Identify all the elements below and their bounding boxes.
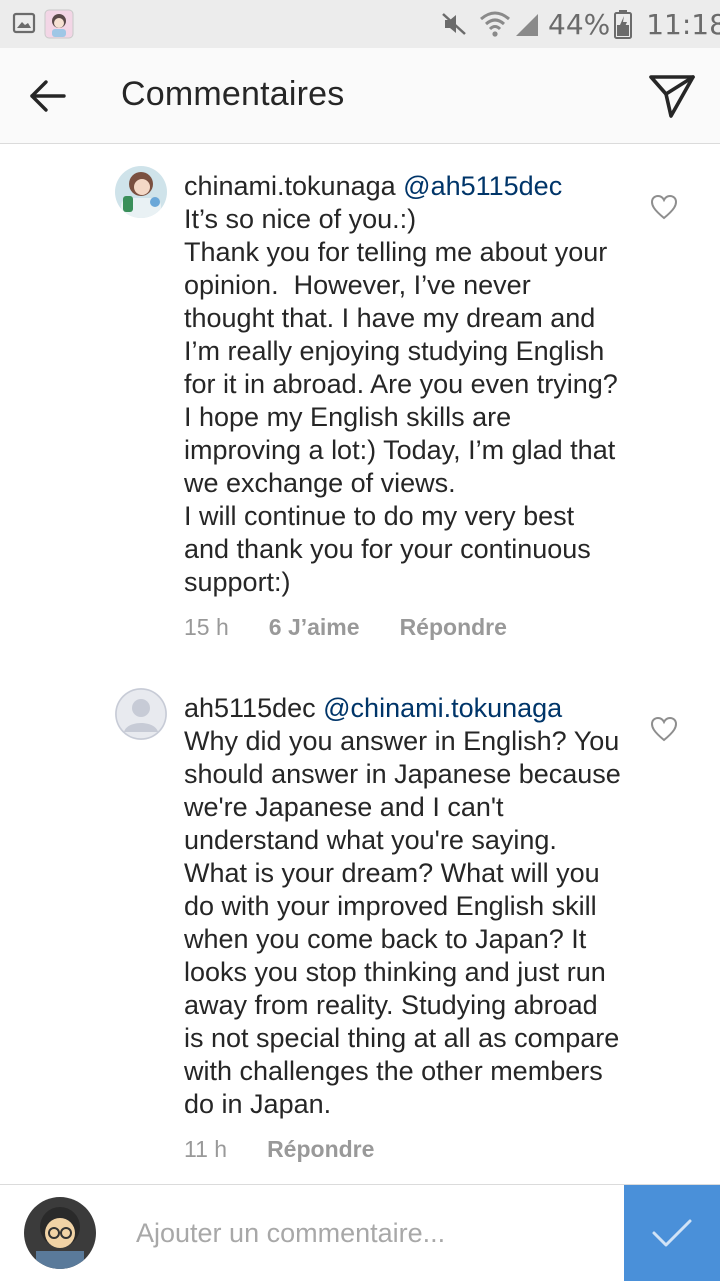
- signal-icon: [516, 14, 538, 36]
- comment-input[interactable]: [118, 1203, 626, 1263]
- comment-text: It’s so nice of you.:) Thank you for tel…: [184, 204, 618, 597]
- wifi-icon: [480, 11, 510, 37]
- comment-time: 11 h: [184, 1136, 228, 1162]
- comment-time: 15 h: [184, 614, 229, 640]
- comment-body: chinami.tokunaga @ah5115dec It’s so nice…: [184, 170, 624, 599]
- status-icons: 44% 11:18: [440, 0, 720, 48]
- reply-button[interactable]: Répondre: [400, 614, 507, 641]
- mute-icon: [442, 13, 466, 35]
- comment-text: Why did you answer in English? You shoul…: [184, 726, 629, 1119]
- comment-meta: 11 h Répondre: [184, 1136, 414, 1163]
- back-arrow-icon[interactable]: [22, 70, 74, 122]
- status-bar: 44% 11:18: [0, 0, 720, 48]
- comment-composer: [0, 1184, 720, 1281]
- battery-percent: 44%: [548, 7, 611, 41]
- gallery-icon: [12, 12, 36, 34]
- reply-button[interactable]: Répondre: [267, 1136, 374, 1163]
- post-comment-button[interactable]: [624, 1185, 720, 1281]
- comment-username[interactable]: chinami.tokunaga: [184, 171, 396, 201]
- page-title: Commentaires: [121, 75, 345, 113]
- battery-icon: [614, 10, 633, 39]
- clock: 11:18: [646, 7, 720, 41]
- comment-username[interactable]: ah5115dec: [184, 693, 316, 723]
- app-bar: Commentaires: [0, 48, 720, 144]
- like-heart-icon[interactable]: [650, 716, 678, 742]
- checkmark-icon: [652, 1219, 692, 1247]
- comment-meta: 15 h 6 J’aime Répondre: [184, 614, 547, 641]
- comment-mention[interactable]: @ah5115dec: [403, 171, 562, 201]
- comment-body: ah5115dec @chinami.tokunaga Why did you …: [184, 692, 624, 1121]
- comment-likes[interactable]: 6 J’aime: [269, 614, 360, 641]
- my-avatar: [24, 1197, 96, 1269]
- comment-mention[interactable]: @chinami.tokunaga: [323, 693, 562, 723]
- avatar[interactable]: [115, 166, 167, 218]
- sticker-icon: [44, 9, 74, 39]
- like-heart-icon[interactable]: [650, 194, 678, 220]
- direct-send-icon[interactable]: [644, 70, 700, 122]
- avatar[interactable]: [115, 688, 167, 740]
